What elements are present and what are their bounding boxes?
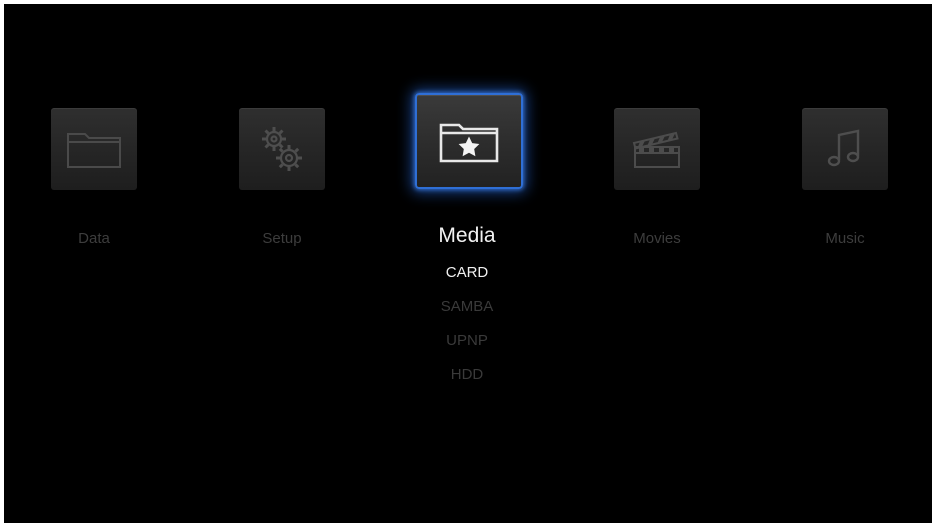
music-tile[interactable] xyxy=(802,108,888,190)
source-hdd[interactable]: HDD xyxy=(387,366,547,400)
star-folder-icon xyxy=(439,123,499,163)
gears-icon xyxy=(262,127,302,171)
source-card[interactable]: CARD xyxy=(387,264,547,298)
menu-label-data: Data xyxy=(78,230,110,247)
menu-label-setup: Setup xyxy=(262,230,302,247)
media-source-list: CARD SAMBA UPNP HDD xyxy=(387,264,547,400)
data-tile[interactable] xyxy=(51,108,137,190)
folder-icon xyxy=(67,133,121,168)
menu-label-media: Media xyxy=(438,224,496,247)
clapperboard-icon xyxy=(632,131,680,168)
media-tile-selected[interactable] xyxy=(415,93,523,189)
menu-label-music: Music xyxy=(825,230,865,247)
setup-tile[interactable] xyxy=(239,108,325,190)
source-samba[interactable]: SAMBA xyxy=(387,298,547,332)
media-player-screen: Data Setup Media CARD SAMBA UPNP HDD Mov… xyxy=(4,4,932,523)
movies-tile[interactable] xyxy=(614,108,700,190)
source-upnp[interactable]: UPNP xyxy=(387,332,547,366)
menu-label-movies: Movies xyxy=(633,230,681,247)
music-note-icon xyxy=(827,129,860,167)
